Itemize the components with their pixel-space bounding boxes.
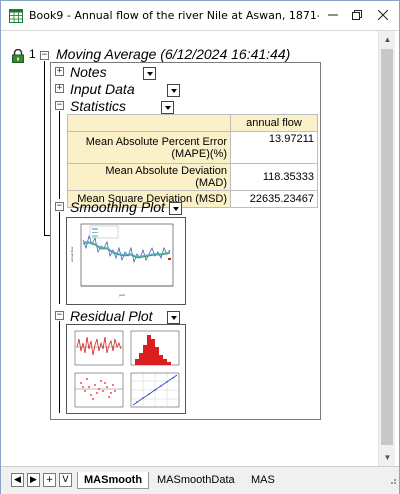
tab-masmoothdata[interactable]: MASmoothData: [151, 472, 241, 489]
tree-line-statistics: [59, 111, 60, 199]
section-notes[interactable]: Notes: [70, 64, 107, 80]
collapse-toggle-statistics[interactable]: −: [55, 101, 64, 110]
workbook-window: Book9 - Annual flow of the river Nile at…: [0, 0, 400, 494]
tab-mas[interactable]: MAS: [245, 472, 281, 489]
row-label-mape: Mean Absolute Percent Error (MAPE)(%): [67, 131, 231, 164]
table-row: Mean Absolute Deviation (MAD) 118.35333: [67, 163, 318, 191]
statistics-dropdown-icon[interactable]: [161, 101, 174, 114]
smoothing-plot-graph: annual flow year: [70, 223, 174, 297]
window-title: Book9 - Annual flow of the river Nile at…: [29, 9, 319, 22]
expand-toggle-input-data[interactable]: +: [55, 84, 64, 93]
row-label-mad: Mean Absolute Deviation (MAD): [67, 163, 231, 191]
residual-plot-graph: [74, 330, 180, 408]
cell-msd[interactable]: 22635.23467: [230, 190, 318, 208]
smoothing-plot-thumbnail[interactable]: annual flow year: [66, 217, 186, 305]
residual-plot-thumbnail[interactable]: [66, 324, 186, 414]
vertical-scrollbar[interactable]: ▲ ▼: [378, 31, 395, 466]
cell-mad[interactable]: 118.35333: [230, 163, 318, 191]
close-icon[interactable]: [373, 5, 393, 25]
resize-grip-icon[interactable]: [389, 475, 397, 485]
table-corner-cell: [67, 114, 231, 132]
section-input-data[interactable]: Input Data: [70, 81, 135, 97]
sheet-tab-bar: ◀ ▶ + V MASmooth MASmoothData MAS: [1, 466, 399, 494]
title-bar[interactable]: Book9 - Annual flow of the river Nile at…: [1, 1, 399, 31]
table-row: Mean Absolute Percent Error (MAPE)(%) 13…: [67, 131, 318, 164]
residual-plot-dropdown-icon[interactable]: [167, 311, 180, 324]
section-smoothing-plot[interactable]: Smoothing Plot: [70, 199, 165, 215]
section-statistics[interactable]: Statistics: [70, 98, 126, 114]
expand-toggle-notes[interactable]: +: [55, 67, 64, 76]
report-title: Moving Average (6/12/2024 16:41:44): [56, 46, 291, 62]
lock-icon: [12, 49, 24, 63]
tree-line-residual: [59, 321, 60, 413]
svg-text:year: year: [119, 293, 125, 297]
input-data-dropdown-icon[interactable]: [167, 84, 180, 97]
collapse-toggle-report[interactable]: −: [40, 51, 49, 60]
section-residual-plot[interactable]: Residual Plot: [70, 308, 153, 324]
restore-icon[interactable]: [347, 5, 367, 25]
cell-mape[interactable]: 13.97211: [230, 131, 318, 164]
node-number: 1: [29, 47, 36, 61]
scroll-down-icon[interactable]: ▼: [379, 449, 396, 466]
report-sheet[interactable]: 1 − Moving Average (6/12/2024 16:41:44) …: [1, 32, 377, 465]
table-header-row: annual flow: [67, 114, 318, 132]
smoothing-plot-dropdown-icon[interactable]: [169, 202, 182, 215]
statistics-table: annual flow Mean Absolute Percent Error …: [67, 114, 318, 208]
collapse-toggle-smoothing-plot[interactable]: −: [55, 202, 64, 211]
column-header-annual-flow[interactable]: annual flow: [230, 114, 318, 132]
add-sheet-icon[interactable]: +: [43, 473, 56, 487]
scroll-up-icon[interactable]: ▲: [379, 31, 396, 48]
scrollbar-thumb[interactable]: [381, 49, 393, 445]
collapse-toggle-residual-plot[interactable]: −: [55, 311, 64, 320]
tree-line-main: [44, 61, 45, 235]
tab-next-icon[interactable]: ▶: [27, 473, 40, 487]
tree-line-smoothing: [59, 212, 60, 304]
tab-masmooth[interactable]: MASmooth: [77, 472, 150, 489]
workbook-icon: [9, 9, 23, 23]
notes-dropdown-icon[interactable]: [143, 67, 156, 80]
tab-first-icon[interactable]: ◀: [11, 473, 24, 487]
minimize-icon[interactable]: [323, 5, 343, 25]
svg-text:annual flow: annual flow: [70, 246, 74, 262]
sheet-list-icon[interactable]: V: [59, 473, 72, 487]
